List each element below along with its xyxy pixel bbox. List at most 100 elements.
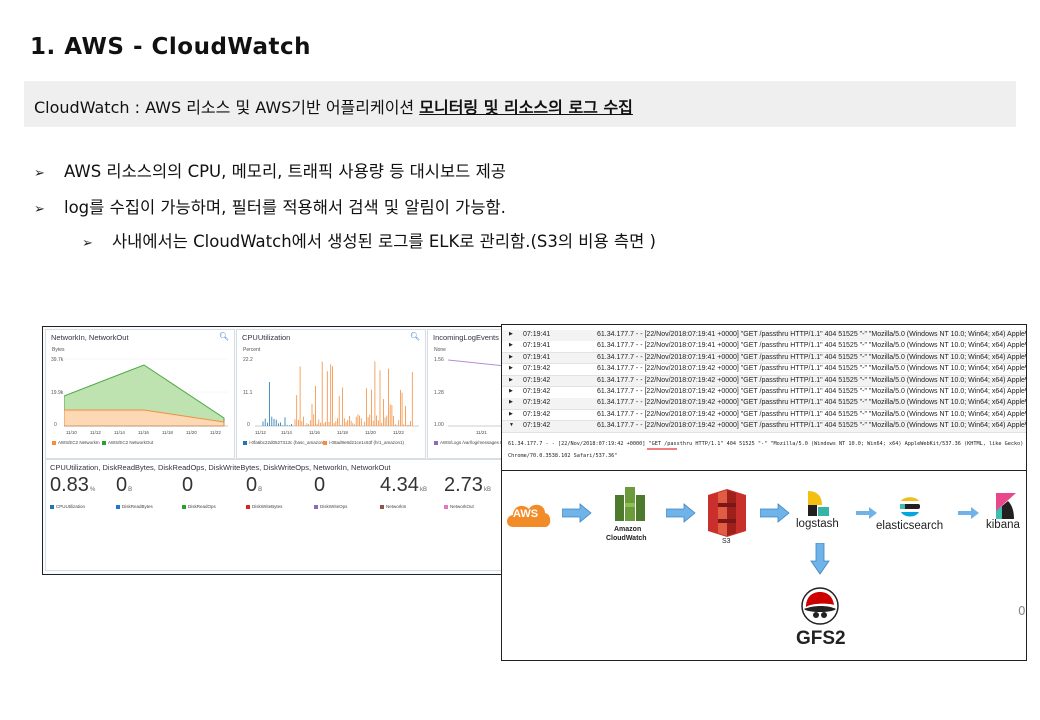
log-time: 07:19:42 [523, 365, 551, 373]
summary-text: CloudWatch : AWS 리소스 및 AWS기반 어플리케이션 모니터링… [34, 94, 633, 118]
log-row[interactable]: ▶ 07:19:42 61.34.177.7 - - [22/Nov/2018:07… [502, 409, 1026, 422]
search-icon[interactable]: 🔍︎ [410, 332, 420, 341]
arrow-bullet-icon: ➢ [82, 236, 93, 251]
expand-right-icon[interactable]: ▶ [509, 411, 513, 417]
expand-right-icon[interactable]: ▶ [509, 399, 513, 405]
legend-item: AWS/EC2 NetworkIn [52, 440, 100, 445]
legend-item: i-0fa6bc22d0527313c (hasc_amazon) [243, 440, 325, 445]
metric-label: DiskReadBytes [116, 504, 153, 509]
x-tick: 11/12 [90, 430, 101, 435]
page-number: 0 [1018, 604, 1026, 618]
bullet-item: ➢ AWS 리소스의의 CPU, 메모리, 트래픽 사용량 등 대시보드 제공 [34, 158, 506, 182]
cpu-spike-chart [255, 361, 419, 427]
metric-value: 4.34kB [380, 474, 427, 496]
gfs2-label: GFS2 [796, 628, 846, 649]
arrow-right-icon [666, 503, 696, 523]
arrow-right-icon [760, 503, 790, 523]
log-message: 61.34.177.7 - - [22/Nov/2018:07:19:41 +0… [597, 331, 1026, 338]
expand-right-icon[interactable]: ▶ [509, 342, 513, 348]
y-tick: 0 [54, 422, 57, 428]
arrow-bullet-icon: ➢ [34, 202, 45, 217]
expand-down-icon[interactable]: ▼ [509, 422, 514, 428]
log-time: 07:19:42 [523, 422, 551, 430]
expand-right-icon[interactable]: ▶ [509, 365, 513, 371]
kibana-label: kibana [986, 519, 1020, 531]
metric-value: 0B [246, 474, 263, 496]
metric-label: DiskWriteBytes [246, 504, 282, 509]
underline-highlight [647, 448, 677, 450]
log-row[interactable]: ▶ 07:19:41 61.34.177.7 - - [22/Nov/2018:07… [502, 341, 1026, 353]
summary-box: CloudWatch : AWS 리소스 및 AWS기반 어플리케이션 모니터링… [24, 81, 1016, 127]
arrow-right-icon [562, 503, 592, 523]
redhat-gfs2-icon [801, 587, 839, 625]
log-row[interactable]: ▶ 07:19:42 61.34.177.7 - - [22/Nov/2018:07… [502, 375, 1026, 388]
panel-title: IncomingLogEvents [433, 333, 499, 342]
expand-right-icon[interactable]: ▶ [509, 331, 513, 337]
cpu-panel: CPUUtilization 🔍︎ Percent 22.2 11.1 0 11… [236, 329, 426, 459]
log-message: 61.34.177.7 - - [22/Nov/2018:07:19:41 +0… [597, 342, 1026, 350]
log-row[interactable]: ▶ 07:19:42 61.34.177.7 - - [22/Nov/2018:07… [502, 364, 1026, 376]
search-icon[interactable]: 🔍︎ [219, 332, 229, 341]
kibana-icon [996, 493, 1016, 519]
x-tick: 11/21 [476, 430, 487, 435]
log-row[interactable]: ▶ 07:19:41 61.34.177.7 - - [22/Nov/2018:07… [502, 330, 1026, 342]
log-time: 07:19:42 [523, 376, 551, 384]
s3-bucket-icon [708, 489, 746, 537]
x-tick: 11/14 [281, 430, 292, 435]
log-time: 07:19:41 [523, 353, 551, 361]
log-row[interactable]: ▶ 07:19:42 61.34.177.7 - - [22/Nov/2018:07… [502, 398, 1026, 410]
log-message: 61.34.177.7 - - [22/Nov/2018:07:19:42 +0… [597, 388, 1026, 395]
aws-label: AWS [513, 508, 539, 520]
y-tick: 1.28 [434, 390, 444, 396]
y-tick: 22.2 [243, 357, 253, 363]
log-time: 07:19:42 [523, 388, 551, 395]
arrow-down-icon [810, 543, 830, 575]
expand-right-icon[interactable]: ▶ [509, 388, 513, 394]
log-message: 61.34.177.7 - - [22/Nov/2018:07:19:42 +0… [597, 365, 1026, 373]
y-tick: 39.7k [51, 357, 64, 363]
metric-label: NetworkOut [444, 504, 474, 509]
sub-bullet-text: 사내에서는 CloudWatch에서 생성된 로그를 ELK로 관리함.(S3의… [112, 232, 656, 251]
bullet-item: ➢ log를 수집이 가능하며, 필터를 적용해서 검색 및 알림이 가능함. [34, 194, 506, 218]
slide-title: 1. AWS - CloudWatch [30, 34, 311, 60]
legend-item: i-08ad9e8d21ce1c63f (hr1_amazon1) [323, 440, 404, 445]
metric-label: DiskWriteOps [314, 504, 347, 509]
logstash-icon [808, 491, 829, 516]
log-time: 07:19:41 [523, 342, 551, 350]
cloudwatch-logs-screenshot: ▶ 07:19:41 61.34.177.7 - - [22/Nov/2018:07… [501, 324, 1027, 472]
x-tick: 11/18 [337, 430, 348, 435]
cloudwatch-label: CloudWatch [606, 535, 647, 542]
s3-label: S3 [722, 538, 731, 545]
unit-label: Bytes [52, 347, 65, 353]
cloudwatch-label: Amazon [614, 526, 642, 533]
metric-label: DiskReadOps [182, 504, 216, 509]
panel-title: CPUUtilization, DiskReadBytes, DiskReadO… [50, 463, 391, 472]
metric-value: 0 [314, 474, 326, 496]
bullet-text: log를 수집이 가능하며, 필터를 적용해서 검색 및 알림이 가능함. [64, 198, 506, 217]
panel-title: CPUUtilization [242, 333, 291, 342]
arrow-right-icon [856, 507, 877, 519]
logstash-label: logstash [796, 518, 839, 530]
x-tick: 11/12 [255, 430, 266, 435]
expand-right-icon[interactable]: ▶ [509, 377, 513, 383]
unit-label: None [434, 347, 446, 353]
log-row[interactable]: ▶ 07:19:42 61.34.177.7 - - [22/Nov/2018:07… [502, 387, 1026, 399]
network-area-chart [64, 358, 228, 427]
log-message: 61.34.177.7 - - [22/Nov/2018:07:19:41 +0… [597, 353, 1026, 361]
log-pipeline-diagram: AWS Amazon CloudWatch S3 logstash elasti… [501, 470, 1027, 661]
y-tick: 19.9k [51, 390, 64, 396]
y-tick: 0 [247, 422, 250, 428]
log-row[interactable]: ▶ 07:19:41 61.34.177.7 - - [22/Nov/2018:07… [502, 352, 1026, 365]
summary-prefix: CloudWatch : AWS 리소스 및 AWS기반 어플리케이션 [34, 98, 420, 117]
log-time: 07:19:41 [523, 331, 551, 338]
expand-right-icon[interactable]: ▶ [509, 354, 513, 360]
log-time: 07:19:42 [523, 410, 551, 418]
unit-label: Percent [243, 347, 261, 353]
x-tick: 11/22 [210, 430, 221, 435]
legend-item: AWS/EC2 NetworkOut [102, 440, 153, 445]
metric-label: CPUUtilization [50, 504, 85, 509]
metric-value: 0B [116, 474, 133, 496]
bullet-text: AWS 리소스의의 CPU, 메모리, 트래픽 사용량 등 대시보드 제공 [64, 162, 506, 181]
y-tick: 1.56 [434, 357, 444, 363]
log-row[interactable]: ▼ 07:19:42 61.34.177.7 - - [22/Nov/2018:07… [502, 421, 1026, 433]
